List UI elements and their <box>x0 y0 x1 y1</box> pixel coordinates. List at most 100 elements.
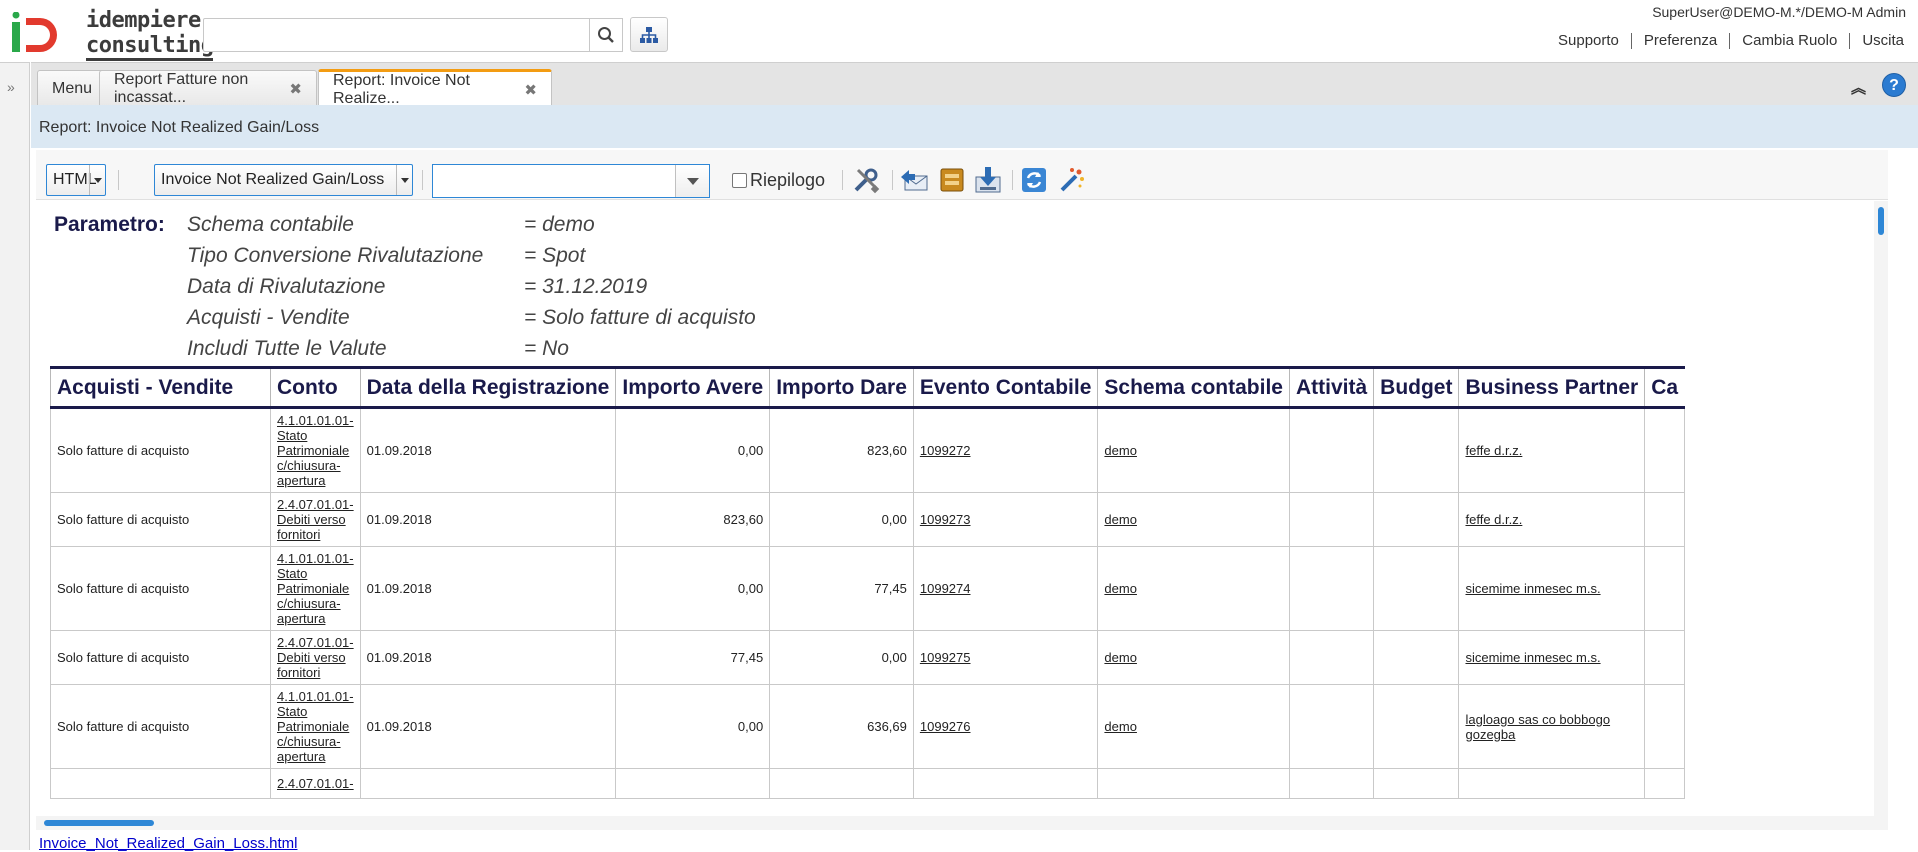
cell-truncated <box>1644 492 1686 547</box>
cell-attivita <box>1288 492 1375 547</box>
app-logo[interactable]: idempiere consulting <box>10 8 214 61</box>
support-link[interactable]: Supporto <box>1546 33 1631 49</box>
column-header: Data della Registrazione <box>359 366 616 409</box>
preferences-link[interactable]: Preferenza <box>1630 33 1729 49</box>
cell-conto: 2.4.07.01.01-Debiti verso fornitori <box>270 630 361 685</box>
logout-link[interactable]: Uscita <box>1849 33 1916 49</box>
cell-tipo: Solo fatture di acquisto <box>50 407 271 493</box>
collapse-header-icon[interactable]: ︽ <box>1851 77 1866 98</box>
cell-link[interactable]: 1099276 <box>920 719 971 734</box>
checkbox-box[interactable] <box>732 173 747 188</box>
column-header: Importo Avere <box>615 366 770 409</box>
toolbar-separator <box>1012 170 1013 190</box>
send-mail-button[interactable] <box>898 164 930 196</box>
cell-link[interactable]: 1099274 <box>920 581 971 596</box>
brand-line-1: idempiere <box>86 8 201 33</box>
cell-link[interactable]: 1099273 <box>920 512 971 527</box>
cell-link[interactable]: sicemime inmesec m.s. <box>1465 581 1600 596</box>
cell-link[interactable]: 1099275 <box>920 650 971 665</box>
tab-label: Report Fatture non incassat... <box>114 70 249 106</box>
archive-button[interactable] <box>936 164 968 196</box>
cell-link[interactable]: 4.1.01.01.01-Stato Patrimoniale c/chiusu… <box>277 413 354 488</box>
cell-schema: demo <box>1097 630 1290 685</box>
expand-panel-icon[interactable]: » <box>7 79 15 95</box>
cell-link[interactable]: feffe d.r.z. <box>1465 512 1522 527</box>
cell-avere: 0,00 <box>615 684 771 769</box>
cell-link[interactable]: sicemime inmesec m.s. <box>1465 650 1600 665</box>
param-row: Parametro: Schema contabile = demo <box>54 213 756 244</box>
cell-tipo: Solo fatture di acquisto <box>50 546 271 631</box>
cell-link[interactable]: demo <box>1104 512 1137 527</box>
column-header: Ca <box>1644 366 1685 409</box>
cell-bp <box>1458 768 1646 799</box>
param-name: Data di Rivalutazione <box>187 275 386 298</box>
column-header: Acquisti - Vendite <box>50 366 271 409</box>
chevron-down-icon <box>686 177 699 185</box>
tab-menu[interactable]: Menu <box>37 70 108 106</box>
cell-link[interactable]: demo <box>1104 443 1137 458</box>
cell-link[interactable]: demo <box>1104 719 1137 734</box>
param-value: = Spot <box>524 244 586 267</box>
cell-budget <box>1373 492 1460 547</box>
cell-link[interactable]: 1099272 <box>920 443 971 458</box>
wizard-button[interactable] <box>1056 164 1088 196</box>
cell-link[interactable]: demo <box>1104 650 1137 665</box>
param-row: Tipo Conversione Rivalutazione = Spot <box>54 244 756 275</box>
output-format-select[interactable]: HTML <box>46 164 106 196</box>
cell-link[interactable]: demo <box>1104 581 1137 596</box>
search-button[interactable] <box>589 18 623 52</box>
toolbar-separator <box>118 170 119 190</box>
refresh-icon <box>1022 168 1046 192</box>
cell-dare: 0,00 <box>769 630 914 685</box>
cell-link[interactable]: lagloago sas co bobbogo gozegba <box>1465 712 1610 742</box>
cell-schema: demo <box>1097 546 1290 631</box>
report-file-link[interactable]: Invoice_Not_Realized_Gain_Loss.html <box>39 835 297 852</box>
report-toolbar: HTML Invoice Not Realized Gain/Loss Riep… <box>36 150 1888 200</box>
column-header: Schema contabile <box>1097 366 1290 409</box>
help-icon[interactable]: ? <box>1882 73 1906 97</box>
cell-tipo: Solo fatture di acquisto <box>50 630 271 685</box>
cell-link[interactable]: feffe d.r.z. <box>1465 443 1522 458</box>
toolbar-separator <box>842 170 843 190</box>
cell-avere: 823,60 <box>615 492 771 547</box>
menu-tree-button[interactable] <box>630 17 668 52</box>
tab-report-invoice[interactable]: Report: Invoice Not Realize... ✖ <box>318 69 552 107</box>
cell-link[interactable]: 2.4.07.01.01- <box>277 776 354 791</box>
close-tab-icon[interactable]: ✖ <box>524 81 537 99</box>
customize-button[interactable] <box>850 164 882 196</box>
param-name: Tipo Conversione Rivalutazione <box>187 244 484 267</box>
column-header: Attività <box>1288 366 1374 409</box>
table-row: Solo fatture di acquisto 2.4.07.01.01-Deb… <box>50 630 1686 685</box>
cell-tipo: Solo fatture di acquisto <box>50 492 271 547</box>
cell-evento: 1099272 <box>912 407 1099 493</box>
brand-wordmark: idempiere consulting <box>86 8 214 61</box>
scrollbar-thumb[interactable] <box>1878 207 1884 235</box>
tab-report-fatture[interactable]: Report Fatture non incassat... ✖ <box>99 70 317 106</box>
report-view-value: Invoice Not Realized Gain/Loss <box>161 171 385 188</box>
chevron-down-icon <box>396 165 412 195</box>
cell-link[interactable]: 2.4.07.01.01-Debiti verso fornitori <box>277 635 354 680</box>
export-button[interactable] <box>972 164 1004 196</box>
vertical-scrollbar[interactable] <box>1874 201 1888 816</box>
window-tabbar: Menu Report Fatture non incassat... ✖ Re… <box>31 62 1918 107</box>
print-format-combobox[interactable] <box>432 164 710 198</box>
cell-budget <box>1373 630 1460 685</box>
refresh-button[interactable] <box>1018 164 1050 196</box>
cell-link[interactable]: 4.1.01.01.01-Stato Patrimoniale c/chiusu… <box>277 689 354 764</box>
summary-checkbox[interactable]: Riepilogo <box>732 170 825 191</box>
cell-link[interactable]: 2.4.07.01.01-Debiti verso fornitori <box>277 497 354 542</box>
report-view-select[interactable]: Invoice Not Realized Gain/Loss <box>154 164 413 196</box>
table-row: Solo fatture di acquisto 4.1.01.01.01-Sta… <box>50 684 1686 769</box>
cell-dare: 636,69 <box>769 684 914 769</box>
cell-link[interactable]: 4.1.01.01.01-Stato Patrimoniale c/chiusu… <box>277 551 354 626</box>
cell-bp: feffe d.r.z. <box>1458 407 1646 493</box>
horizontal-scrollbar[interactable] <box>36 816 1888 830</box>
global-search-input[interactable] <box>203 18 591 52</box>
cell-attivita <box>1288 546 1375 631</box>
cell-truncated <box>1644 630 1686 685</box>
change-role-link[interactable]: Cambia Ruolo <box>1729 33 1849 49</box>
close-tab-icon[interactable]: ✖ <box>289 80 302 98</box>
table-row: 2.4.07.01.01- <box>50 768 1686 799</box>
combobox-dropdown-button[interactable] <box>675 165 709 197</box>
scrollbar-thumb[interactable] <box>44 820 154 826</box>
